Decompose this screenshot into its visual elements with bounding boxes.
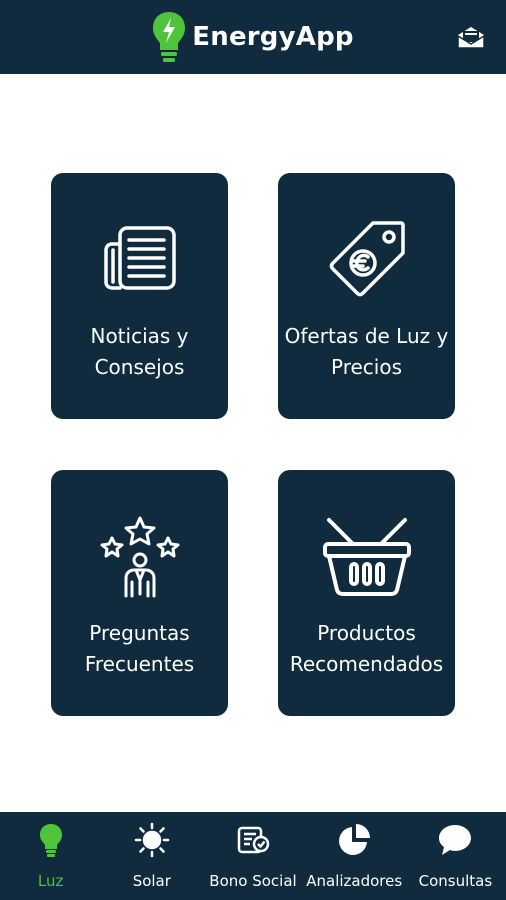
lightbulb-bolt-icon — [153, 12, 186, 62]
tab-solar[interactable]: Solar — [101, 812, 202, 900]
card-recommended-products[interactable]: Productos Recomendados — [278, 470, 455, 716]
card-offers-prices[interactable]: Ofertas de Luz y Precios — [278, 173, 455, 419]
tab-label: Solar — [132, 872, 171, 890]
shopping-basket-icon — [319, 516, 415, 596]
open-envelope-icon[interactable] — [456, 24, 486, 50]
app-header: EnergyApp — [0, 0, 506, 74]
tab-label: Analizadores — [306, 872, 403, 890]
card-label: Preguntas Frecuentes — [84, 621, 195, 676]
tab-luz[interactable]: Luz — [0, 812, 101, 900]
tab-bono-social[interactable]: Bono Social — [202, 812, 303, 900]
card-faq[interactable]: Preguntas Frecuentes — [51, 470, 228, 716]
brand: EnergyApp — [152, 10, 354, 64]
bottom-tab-bar: Luz Solar Bono Social Analizadores Consu… — [0, 812, 506, 900]
card-label: Productos Recomendados — [289, 621, 444, 676]
card-label: Ofertas de Luz y Precios — [284, 324, 449, 379]
newspaper-icon — [102, 219, 178, 299]
app-title: EnergyApp — [192, 22, 354, 52]
person-stars-icon — [98, 516, 182, 598]
lightbulb-icon — [39, 822, 63, 858]
tab-analizadores[interactable]: Analizadores — [304, 812, 405, 900]
pie-chart-icon — [337, 822, 371, 858]
tab-consultas[interactable]: Consultas — [405, 812, 506, 900]
tab-label: Luz — [37, 872, 64, 890]
card-news-tips[interactable]: Noticias y Consejos — [51, 173, 228, 419]
sun-icon — [134, 822, 170, 858]
card-label: Noticias y Consejos — [90, 324, 189, 379]
tab-label: Bono Social — [209, 872, 297, 890]
euro-price-tag-icon — [325, 219, 409, 299]
chat-bubble-icon — [437, 822, 473, 858]
tab-label: Consultas — [418, 872, 493, 890]
social-card-icon — [236, 822, 270, 858]
